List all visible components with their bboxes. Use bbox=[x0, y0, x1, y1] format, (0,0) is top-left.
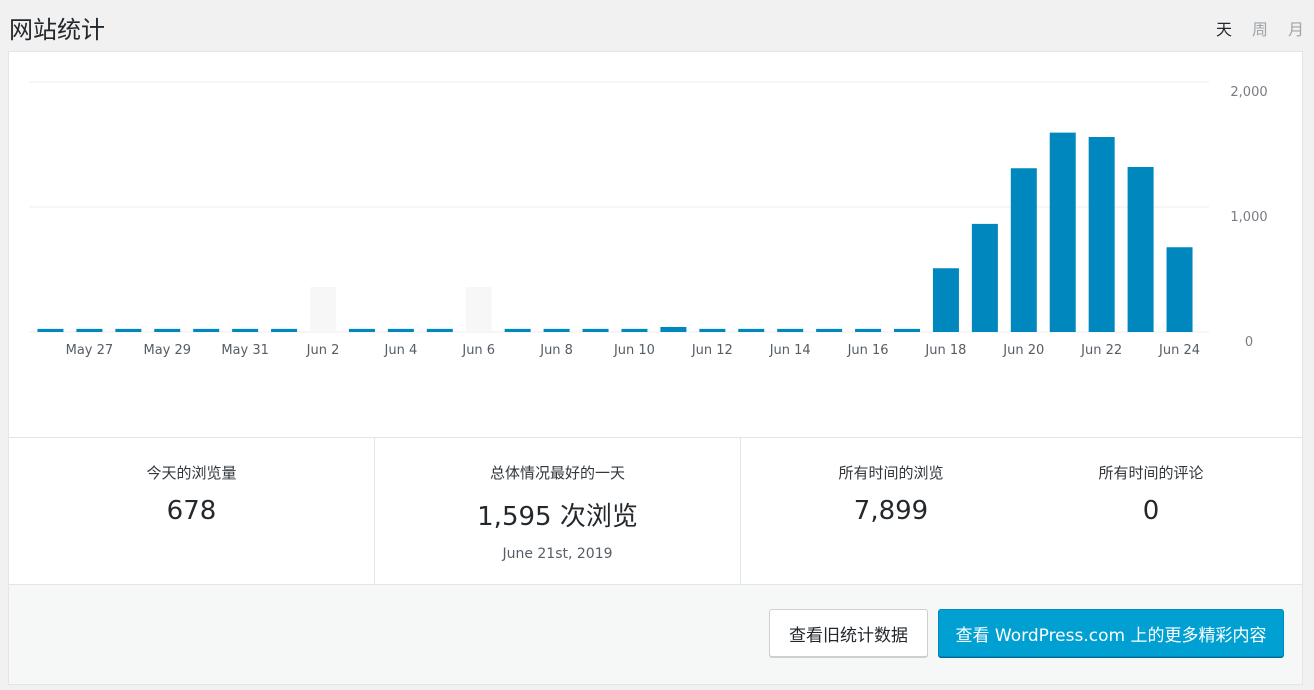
chart-bar bbox=[37, 328, 64, 332]
stat-today-label: 今天的浏览量 bbox=[146, 464, 237, 482]
x-tick-label: Jun 24 bbox=[1158, 343, 1200, 358]
stat-alltime-comments: 所有时间的评论 0 bbox=[1041, 438, 1261, 584]
stats-summary: 今天的浏览量 678 总体情况最好的一天 1,595 次浏览 June 21st… bbox=[9, 437, 1302, 585]
stat-alltime-comments-value: 0 bbox=[1142, 496, 1160, 526]
stat-alltime-views-value: 7,899 bbox=[853, 496, 929, 526]
chart-bar bbox=[582, 328, 609, 332]
x-tick-label: Jun 22 bbox=[1080, 343, 1122, 358]
chart-bar bbox=[621, 328, 648, 332]
chart-bar bbox=[543, 328, 570, 332]
stats-panel: 0 1,000 2,000 May 27 May 29 May 31 Jun 2 Jun 4 J… bbox=[8, 51, 1303, 685]
stat-best-date: June 21st, 2019 bbox=[502, 546, 613, 562]
view-more-wpcom-button[interactable]: 查看 WordPress.com 上的更多精彩内容 bbox=[938, 609, 1284, 657]
chart-bar-empty bbox=[465, 287, 492, 332]
y-tick-label: 0 bbox=[1245, 335, 1253, 350]
stat-best-label: 总体情况最好的一天 bbox=[489, 464, 625, 482]
x-tick-label: May 27 bbox=[66, 343, 114, 358]
period-tabs: 天 周 月 bbox=[1206, 16, 1314, 40]
x-tick-label: Jun 16 bbox=[847, 343, 889, 358]
x-tick-label: May 29 bbox=[143, 343, 191, 358]
x-tick-label: Jun 4 bbox=[384, 343, 418, 358]
x-tick-label: May 31 bbox=[221, 343, 269, 358]
stats-footer: 查看旧统计数据 查看 WordPress.com 上的更多精彩内容 bbox=[9, 585, 1302, 684]
chart-area: 0 1,000 2,000 May 27 May 29 May 31 Jun 2 Jun 4 J… bbox=[9, 52, 1302, 437]
chart-bar bbox=[660, 327, 687, 332]
chart-bar bbox=[777, 328, 804, 332]
chart-bar bbox=[699, 328, 726, 332]
stat-alltime-views-label: 所有时间的浏览 bbox=[838, 464, 944, 482]
chart-bar bbox=[1088, 137, 1115, 332]
chart-bar bbox=[115, 328, 142, 332]
chart-bar bbox=[426, 328, 453, 332]
x-tick-label: Jun 6 bbox=[461, 343, 495, 358]
x-tick-label: Jun 20 bbox=[1002, 343, 1044, 358]
x-tick-label: Jun 18 bbox=[924, 343, 966, 358]
chart-bar bbox=[348, 328, 375, 332]
y-tick-label: 1,000 bbox=[1230, 210, 1267, 225]
views-bar-chart: 0 1,000 2,000 May 27 May 29 May 31 Jun 2 Jun 4 J… bbox=[29, 81, 1268, 358]
view-old-stats-button[interactable]: 查看旧统计数据 bbox=[769, 609, 928, 657]
chart-bar bbox=[971, 223, 998, 332]
tab-day[interactable]: 天 bbox=[1206, 16, 1242, 40]
chart-bar bbox=[1166, 247, 1193, 332]
chart-bar bbox=[738, 328, 765, 332]
chart-bar bbox=[232, 328, 259, 332]
chart-bar bbox=[271, 328, 298, 332]
stat-best-value: 1,595 次浏览 bbox=[477, 502, 638, 532]
chart-bar bbox=[154, 328, 181, 332]
chart-bar bbox=[1049, 132, 1076, 332]
chart-bar-empty bbox=[310, 287, 336, 332]
chart-bar bbox=[894, 328, 920, 332]
chart-bar bbox=[1010, 168, 1037, 332]
stat-today: 今天的浏览量 678 bbox=[9, 438, 375, 584]
y-tick-label: 2,000 bbox=[1230, 85, 1267, 100]
chart-bar bbox=[932, 268, 959, 332]
chart-bar bbox=[816, 328, 843, 332]
tab-week[interactable]: 周 bbox=[1242, 16, 1278, 40]
x-tick-label: Jun 12 bbox=[691, 343, 733, 358]
stat-today-value: 678 bbox=[166, 496, 217, 526]
chart-bar bbox=[387, 328, 414, 332]
chart-bar bbox=[504, 328, 531, 332]
stat-best-day: 总体情况最好的一天 1,595 次浏览 June 21st, 2019 bbox=[375, 438, 741, 584]
chart-bar bbox=[1127, 167, 1154, 332]
x-tick-label: Jun 14 bbox=[769, 343, 811, 358]
page-title: 网站统计 bbox=[9, 16, 105, 44]
x-tick-label: Jun 8 bbox=[539, 343, 573, 358]
chart-bar bbox=[193, 328, 220, 332]
chart-bar bbox=[76, 328, 103, 332]
chart-bar bbox=[855, 328, 882, 332]
stat-alltime-views: 所有时间的浏览 7,899 bbox=[741, 438, 1041, 584]
x-tick-label: Jun 10 bbox=[613, 343, 655, 358]
stats-header: 网站统计 天 周 月 bbox=[0, 0, 1314, 52]
stat-alltime-comments-label: 所有时间的评论 bbox=[1098, 464, 1204, 482]
x-tick-label: Jun 2 bbox=[306, 343, 340, 358]
tab-month[interactable]: 月 bbox=[1278, 16, 1314, 40]
